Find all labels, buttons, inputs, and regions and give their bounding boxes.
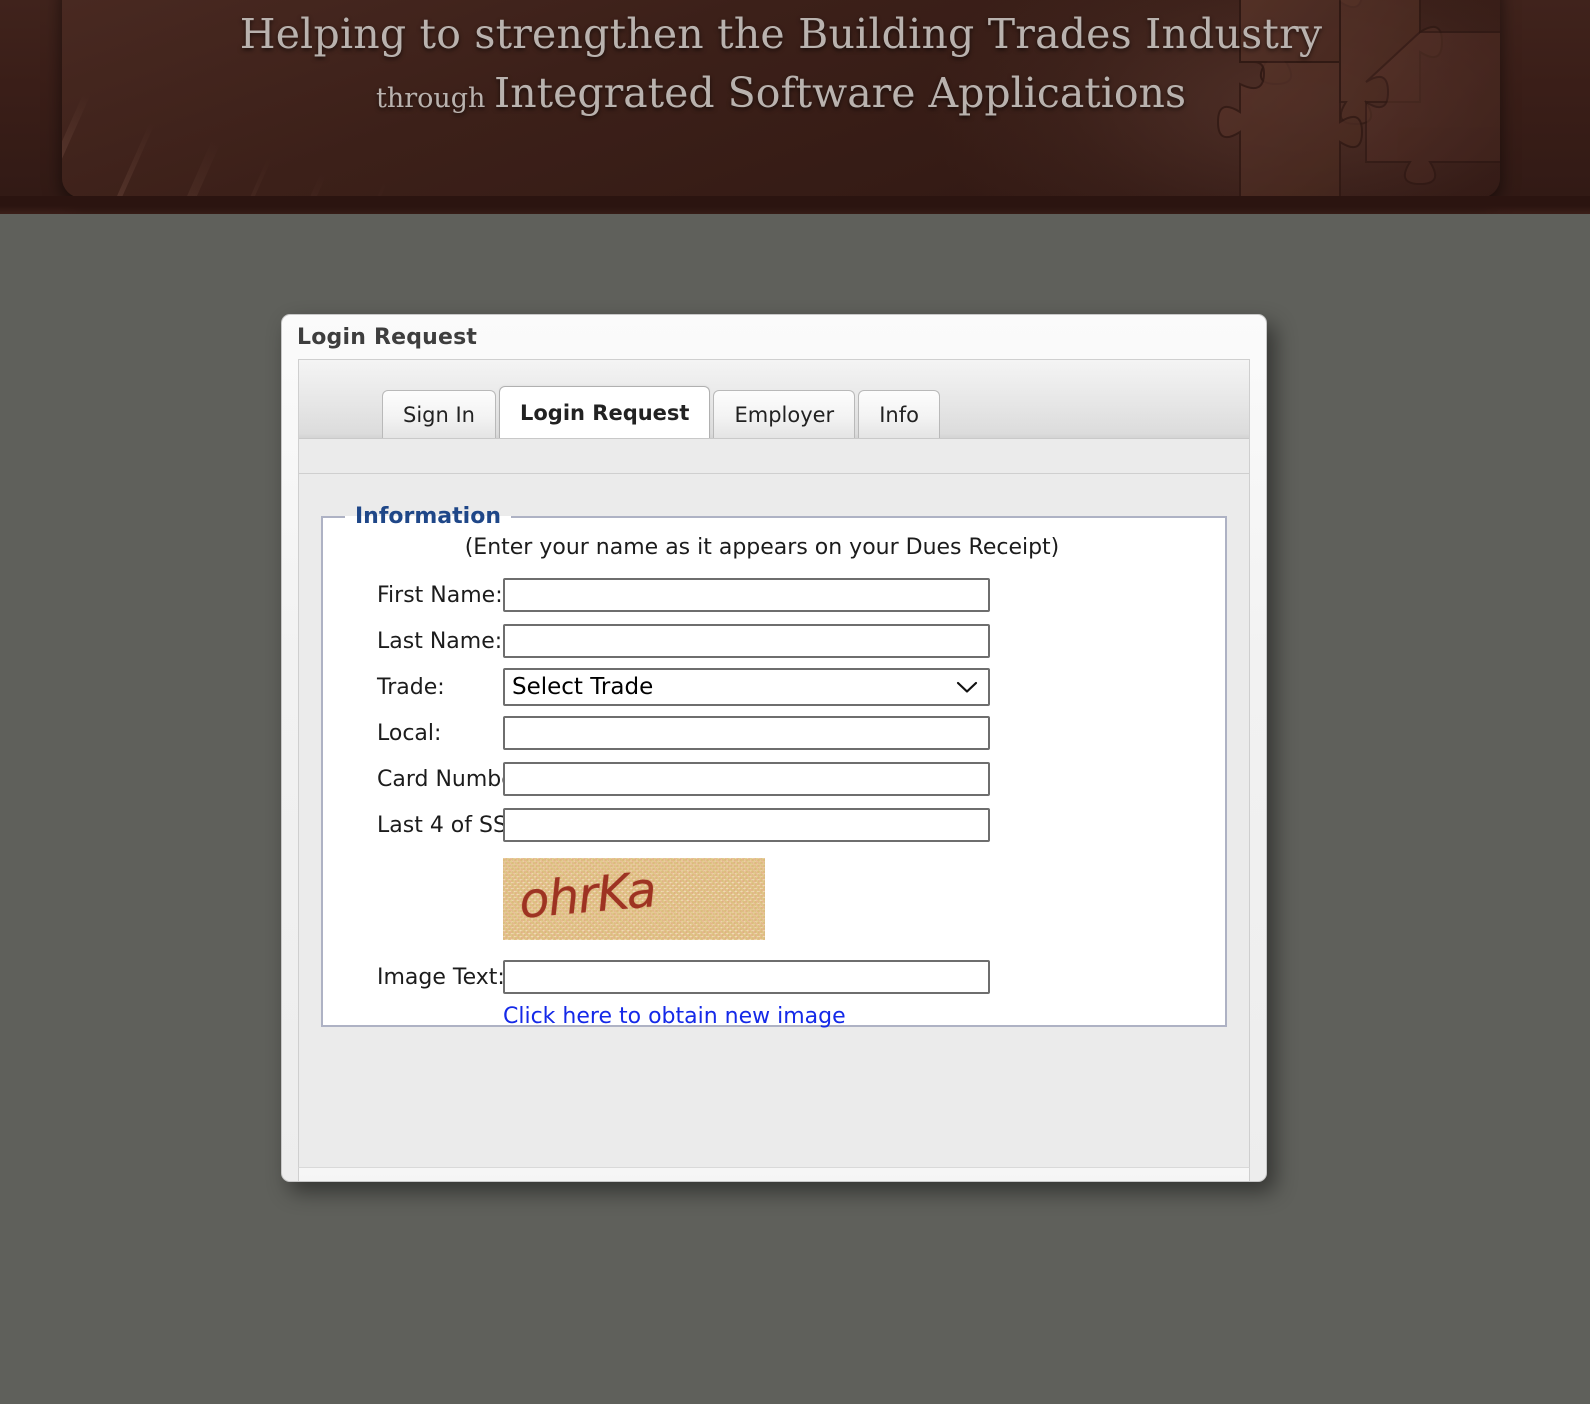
label-trade: Trade:: [377, 674, 445, 700]
form-body: Information (Enter your name as it appea…: [299, 474, 1249, 1114]
trade-select[interactable]: Select Trade: [503, 668, 990, 706]
banner-tagline-main: Integrated Software Applications: [494, 69, 1186, 118]
tab-underrow: [299, 439, 1249, 474]
puzzle-piece-icon: [1216, 0, 1500, 198]
trade-select-wrapper: Select Trade: [503, 668, 990, 706]
control-last4-ssn: [503, 808, 990, 842]
banner-streak: [68, 122, 155, 198]
row-trade: Trade: Select Trade: [323, 664, 1225, 710]
banner-tagline-through: through: [375, 83, 495, 115]
dialog-footer: Login Request Cancel: [298, 1167, 1250, 1181]
banner-bottom-edge: [0, 196, 1590, 214]
form-rows: First Name: Last Name: Trade: Select Tra…: [323, 572, 1225, 1029]
label-last4-ssn: Last 4 of SSN:: [377, 812, 531, 838]
last4-ssn-input[interactable]: [503, 808, 990, 842]
tab-login-request[interactable]: Login Request: [498, 386, 711, 438]
row-last4-ssn: Last 4 of SSN:: [323, 802, 1225, 848]
label-image-text: Image Text:: [377, 964, 505, 990]
image-text-input[interactable]: [503, 960, 990, 994]
first-name-input[interactable]: [503, 578, 990, 612]
row-first-name: First Name:: [323, 572, 1225, 618]
label-local: Local:: [377, 720, 442, 746]
control-image-text: [503, 960, 990, 994]
banner-streak: [62, 92, 91, 198]
control-first-name: [503, 578, 990, 612]
captcha-image: ohrKa: [503, 858, 765, 940]
label-first-name: First Name:: [377, 582, 503, 608]
dialog-title: Login Request: [297, 325, 478, 350]
control-local: [503, 716, 990, 750]
site-banner: Helping to strengthen the Building Trade…: [0, 0, 1590, 214]
tab-employer[interactable]: Employer: [713, 390, 856, 438]
dialog-content-panel: Sign In Login Request Employer Info Info…: [298, 359, 1250, 1167]
row-local: Local:: [323, 710, 1225, 756]
label-card-number: Card Number:: [377, 766, 531, 792]
login-request-dialog: Login Request Sign In Login Request Empl…: [281, 314, 1267, 1182]
label-last-name: Last Name:: [377, 628, 503, 654]
row-new-image-link: Click here to obtain new image: [323, 1004, 1225, 1029]
local-input[interactable]: [503, 716, 990, 750]
tab-strip: Sign In Login Request Employer Info: [299, 360, 1249, 439]
control-trade: Select Trade: [503, 668, 990, 706]
control-last-name: [503, 624, 990, 658]
last-name-input[interactable]: [503, 624, 990, 658]
information-fieldset: Information (Enter your name as it appea…: [321, 504, 1227, 1029]
tab-list: Sign In Login Request Employer Info: [382, 386, 943, 438]
form-subtitle: (Enter your name as it appears on your D…: [464, 535, 1060, 560]
row-image-text: Image Text:: [323, 954, 1225, 1000]
banner-panel: Helping to strengthen the Building Trade…: [62, 0, 1500, 198]
tab-info[interactable]: Info: [858, 390, 940, 438]
control-card-number: [503, 762, 990, 796]
information-legend: Information: [355, 504, 501, 529]
row-captcha-image: ohrKa: [323, 858, 1225, 940]
obtain-new-image-link[interactable]: Click here to obtain new image: [503, 1004, 846, 1029]
tab-sign-in[interactable]: Sign In: [382, 390, 496, 438]
row-card-number: Card Number:: [323, 756, 1225, 802]
card-number-input[interactable]: [503, 762, 990, 796]
row-last-name: Last Name:: [323, 618, 1225, 664]
banner-streak: [134, 140, 221, 198]
banner-streak: [256, 170, 328, 198]
captcha-text: ohrKa: [516, 861, 658, 930]
